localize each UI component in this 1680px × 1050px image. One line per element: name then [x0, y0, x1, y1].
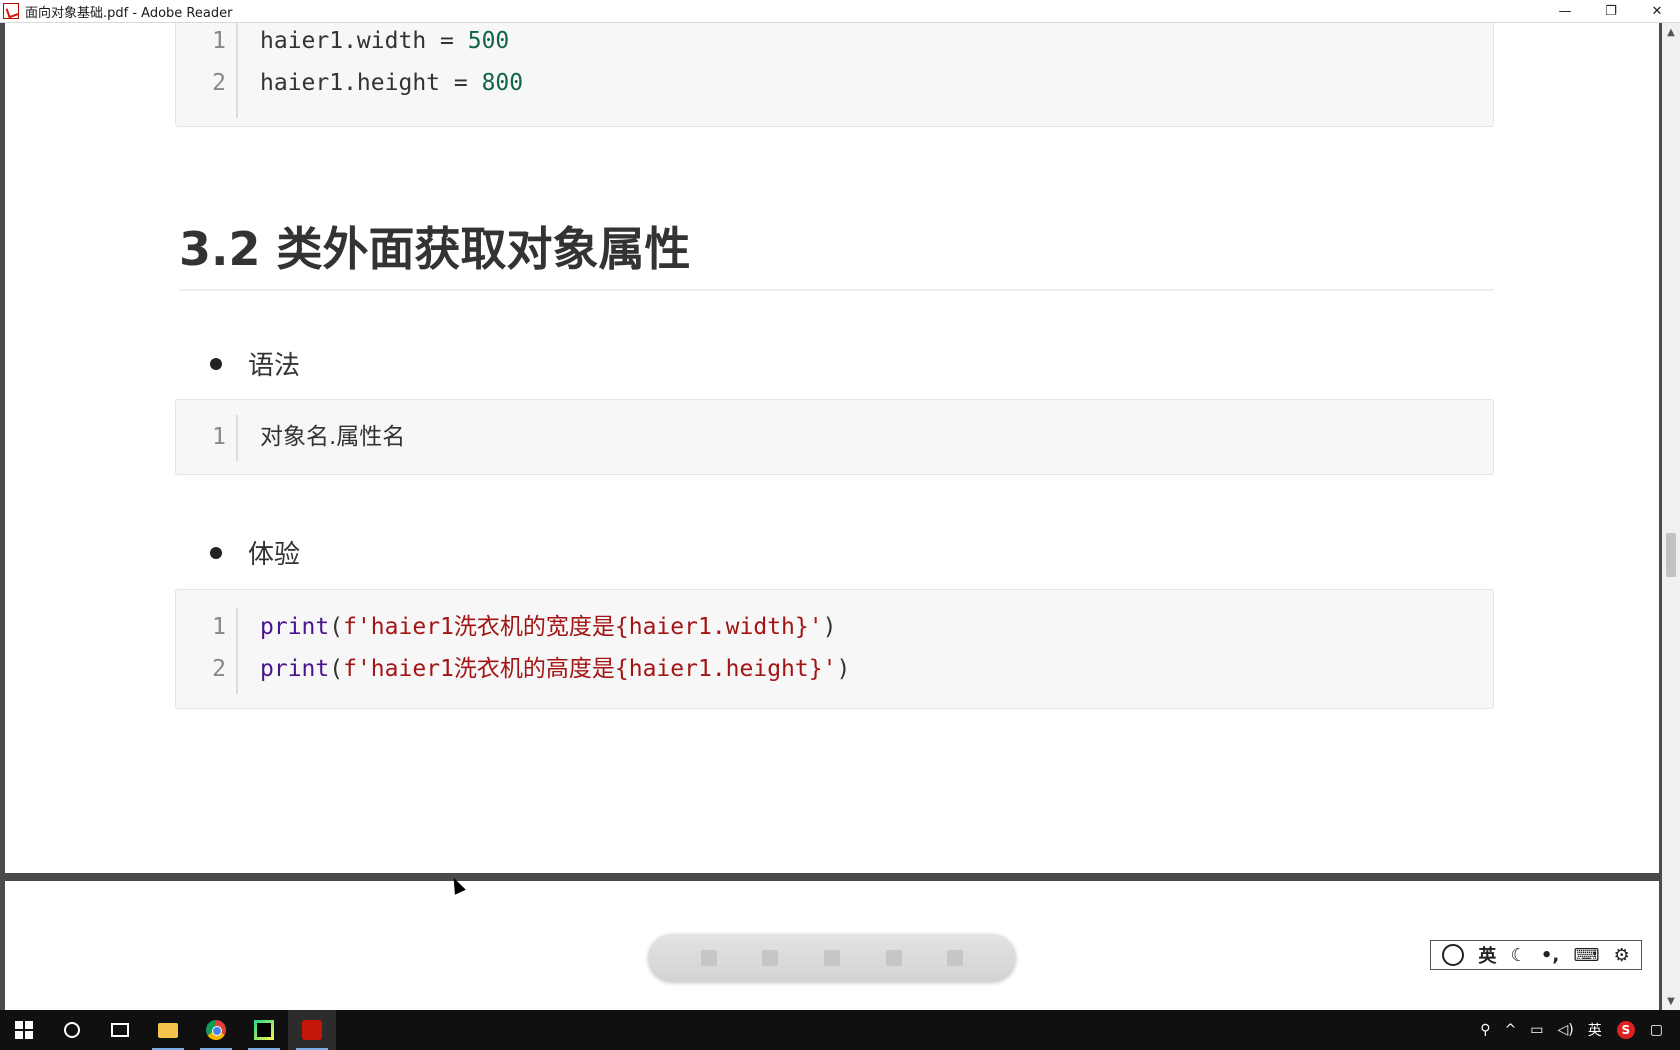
code-text: print(f'haier1洗衣机的高度是{haier1.height}') — [260, 656, 851, 682]
start-button[interactable] — [0, 1010, 48, 1050]
task-view-button[interactable] — [96, 1010, 144, 1050]
pycharm-icon — [254, 1020, 274, 1040]
sogou-icon[interactable]: S — [1616, 1021, 1635, 1039]
code-line: 1 对象名.属性名 — [176, 416, 1493, 458]
pdf-page: 1 haier1.width = 500 2 haier1.height = 8… — [5, 23, 1659, 873]
code-text: print(f'haier1洗衣机的宽度是{haier1.width}') — [260, 614, 837, 640]
code-line: 1 print(f'haier1洗衣机的宽度是{haier1.width}') — [176, 606, 1493, 648]
minimize-button[interactable]: — — [1542, 0, 1588, 23]
bullet-label: 体验 — [248, 540, 301, 570]
network-icon[interactable]: ▭ — [1523, 1022, 1550, 1038]
bullet-dot-icon — [210, 546, 222, 559]
scroll-up-icon[interactable]: ▲ — [1662, 23, 1680, 41]
window-title: 面向对象基础.pdf - Adobe Reader — [25, 5, 233, 21]
line-number: 1 — [212, 28, 226, 54]
code-text: 对象名.属性名 — [260, 424, 406, 450]
acrobat-icon — [302, 1020, 322, 1040]
zoom-out-icon[interactable] — [823, 950, 840, 966]
tray-language[interactable]: 英 — [1581, 1020, 1609, 1040]
task-view-icon — [111, 1023, 129, 1037]
document-viewport[interactable]: 1 haier1.width = 500 2 haier1.height = 8… — [0, 23, 1662, 1010]
line-number: 1 — [212, 424, 226, 450]
people-icon[interactable]: ⚲ — [1473, 1022, 1497, 1038]
zoom-in-icon[interactable] — [885, 950, 902, 966]
line-number: 2 — [212, 656, 226, 682]
heading-divider — [179, 289, 1494, 291]
search-icon — [64, 1022, 80, 1038]
moon-icon[interactable]: ☾ — [1511, 945, 1527, 966]
ime-toolbar[interactable]: 英 ☾ •, ⌨ ⚙ — [1430, 940, 1642, 970]
scroll-down-icon[interactable]: ▼ — [1662, 992, 1680, 1010]
bullet-syntax: 语法 — [210, 345, 300, 382]
acrobat-app-icon — [3, 3, 19, 19]
bullet-dot-icon — [210, 357, 222, 370]
restore-button[interactable]: ❐ — [1588, 0, 1634, 23]
window-controls: — ❐ ✕ — [1542, 0, 1680, 23]
code-block-syntax: 1 对象名.属性名 — [175, 399, 1494, 475]
volume-icon[interactable]: ◁) — [1551, 1022, 1581, 1038]
system-tray: ⚲ ^ ▭ ◁) 英 S ▢ — [1473, 1010, 1680, 1050]
line-number: 2 — [212, 70, 226, 96]
email-icon[interactable] — [762, 950, 779, 966]
floating-page-toolbar[interactable] — [648, 934, 1016, 982]
keyboard-icon[interactable]: ⌨ — [1573, 945, 1599, 966]
chrome-icon — [206, 1020, 226, 1040]
home-icon[interactable] — [947, 950, 964, 966]
print-icon[interactable] — [700, 950, 717, 966]
line-number: 1 — [212, 614, 226, 640]
code-line: 2 print(f'haier1洗衣机的高度是{haier1.height}') — [176, 648, 1493, 690]
folder-icon — [158, 1022, 178, 1038]
code-line: 1 haier1.width = 500 — [176, 23, 1493, 62]
section-heading: 3.2 类外面获取对象属性 — [179, 222, 691, 276]
ime-logo-icon[interactable] — [1442, 944, 1465, 966]
code-block-assignment: 1 haier1.width = 500 2 haier1.height = 8… — [175, 23, 1494, 127]
vertical-scrollbar[interactable]: ▲ ▼ — [1662, 23, 1680, 1010]
code-text: haier1.height = 800 — [260, 70, 524, 96]
bullet-experience: 体验 — [210, 534, 300, 571]
punctuation-icon[interactable]: •, — [1541, 945, 1559, 966]
bullet-label: 语法 — [248, 351, 301, 381]
search-button[interactable] — [48, 1010, 96, 1050]
pycharm-button[interactable] — [240, 1010, 288, 1050]
ime-language-mode[interactable]: 英 — [1478, 942, 1496, 968]
acrobat-button[interactable] — [288, 1010, 336, 1050]
page-separator — [0, 873, 1662, 881]
notification-icon[interactable]: ▢ — [1643, 1022, 1670, 1038]
windows-logo-icon — [15, 1021, 33, 1039]
settings-icon[interactable]: ⚙ — [1614, 945, 1630, 966]
file-explorer-button[interactable] — [144, 1010, 192, 1050]
chrome-button[interactable] — [192, 1010, 240, 1050]
code-block-experience: 1 print(f'haier1洗衣机的宽度是{haier1.width}') … — [175, 589, 1494, 709]
title-bar: 面向对象基础.pdf - Adobe Reader — ❐ ✕ — [0, 0, 1680, 23]
code-line: 2 haier1.height = 800 — [176, 62, 1493, 104]
taskbar: ⚲ ^ ▭ ◁) 英 S ▢ — [0, 1010, 1680, 1050]
scroll-thumb[interactable] — [1666, 533, 1676, 577]
code-text: haier1.width = 500 — [260, 28, 510, 54]
close-button[interactable]: ✕ — [1634, 0, 1680, 23]
tray-chevron-icon[interactable]: ^ — [1498, 1022, 1524, 1038]
